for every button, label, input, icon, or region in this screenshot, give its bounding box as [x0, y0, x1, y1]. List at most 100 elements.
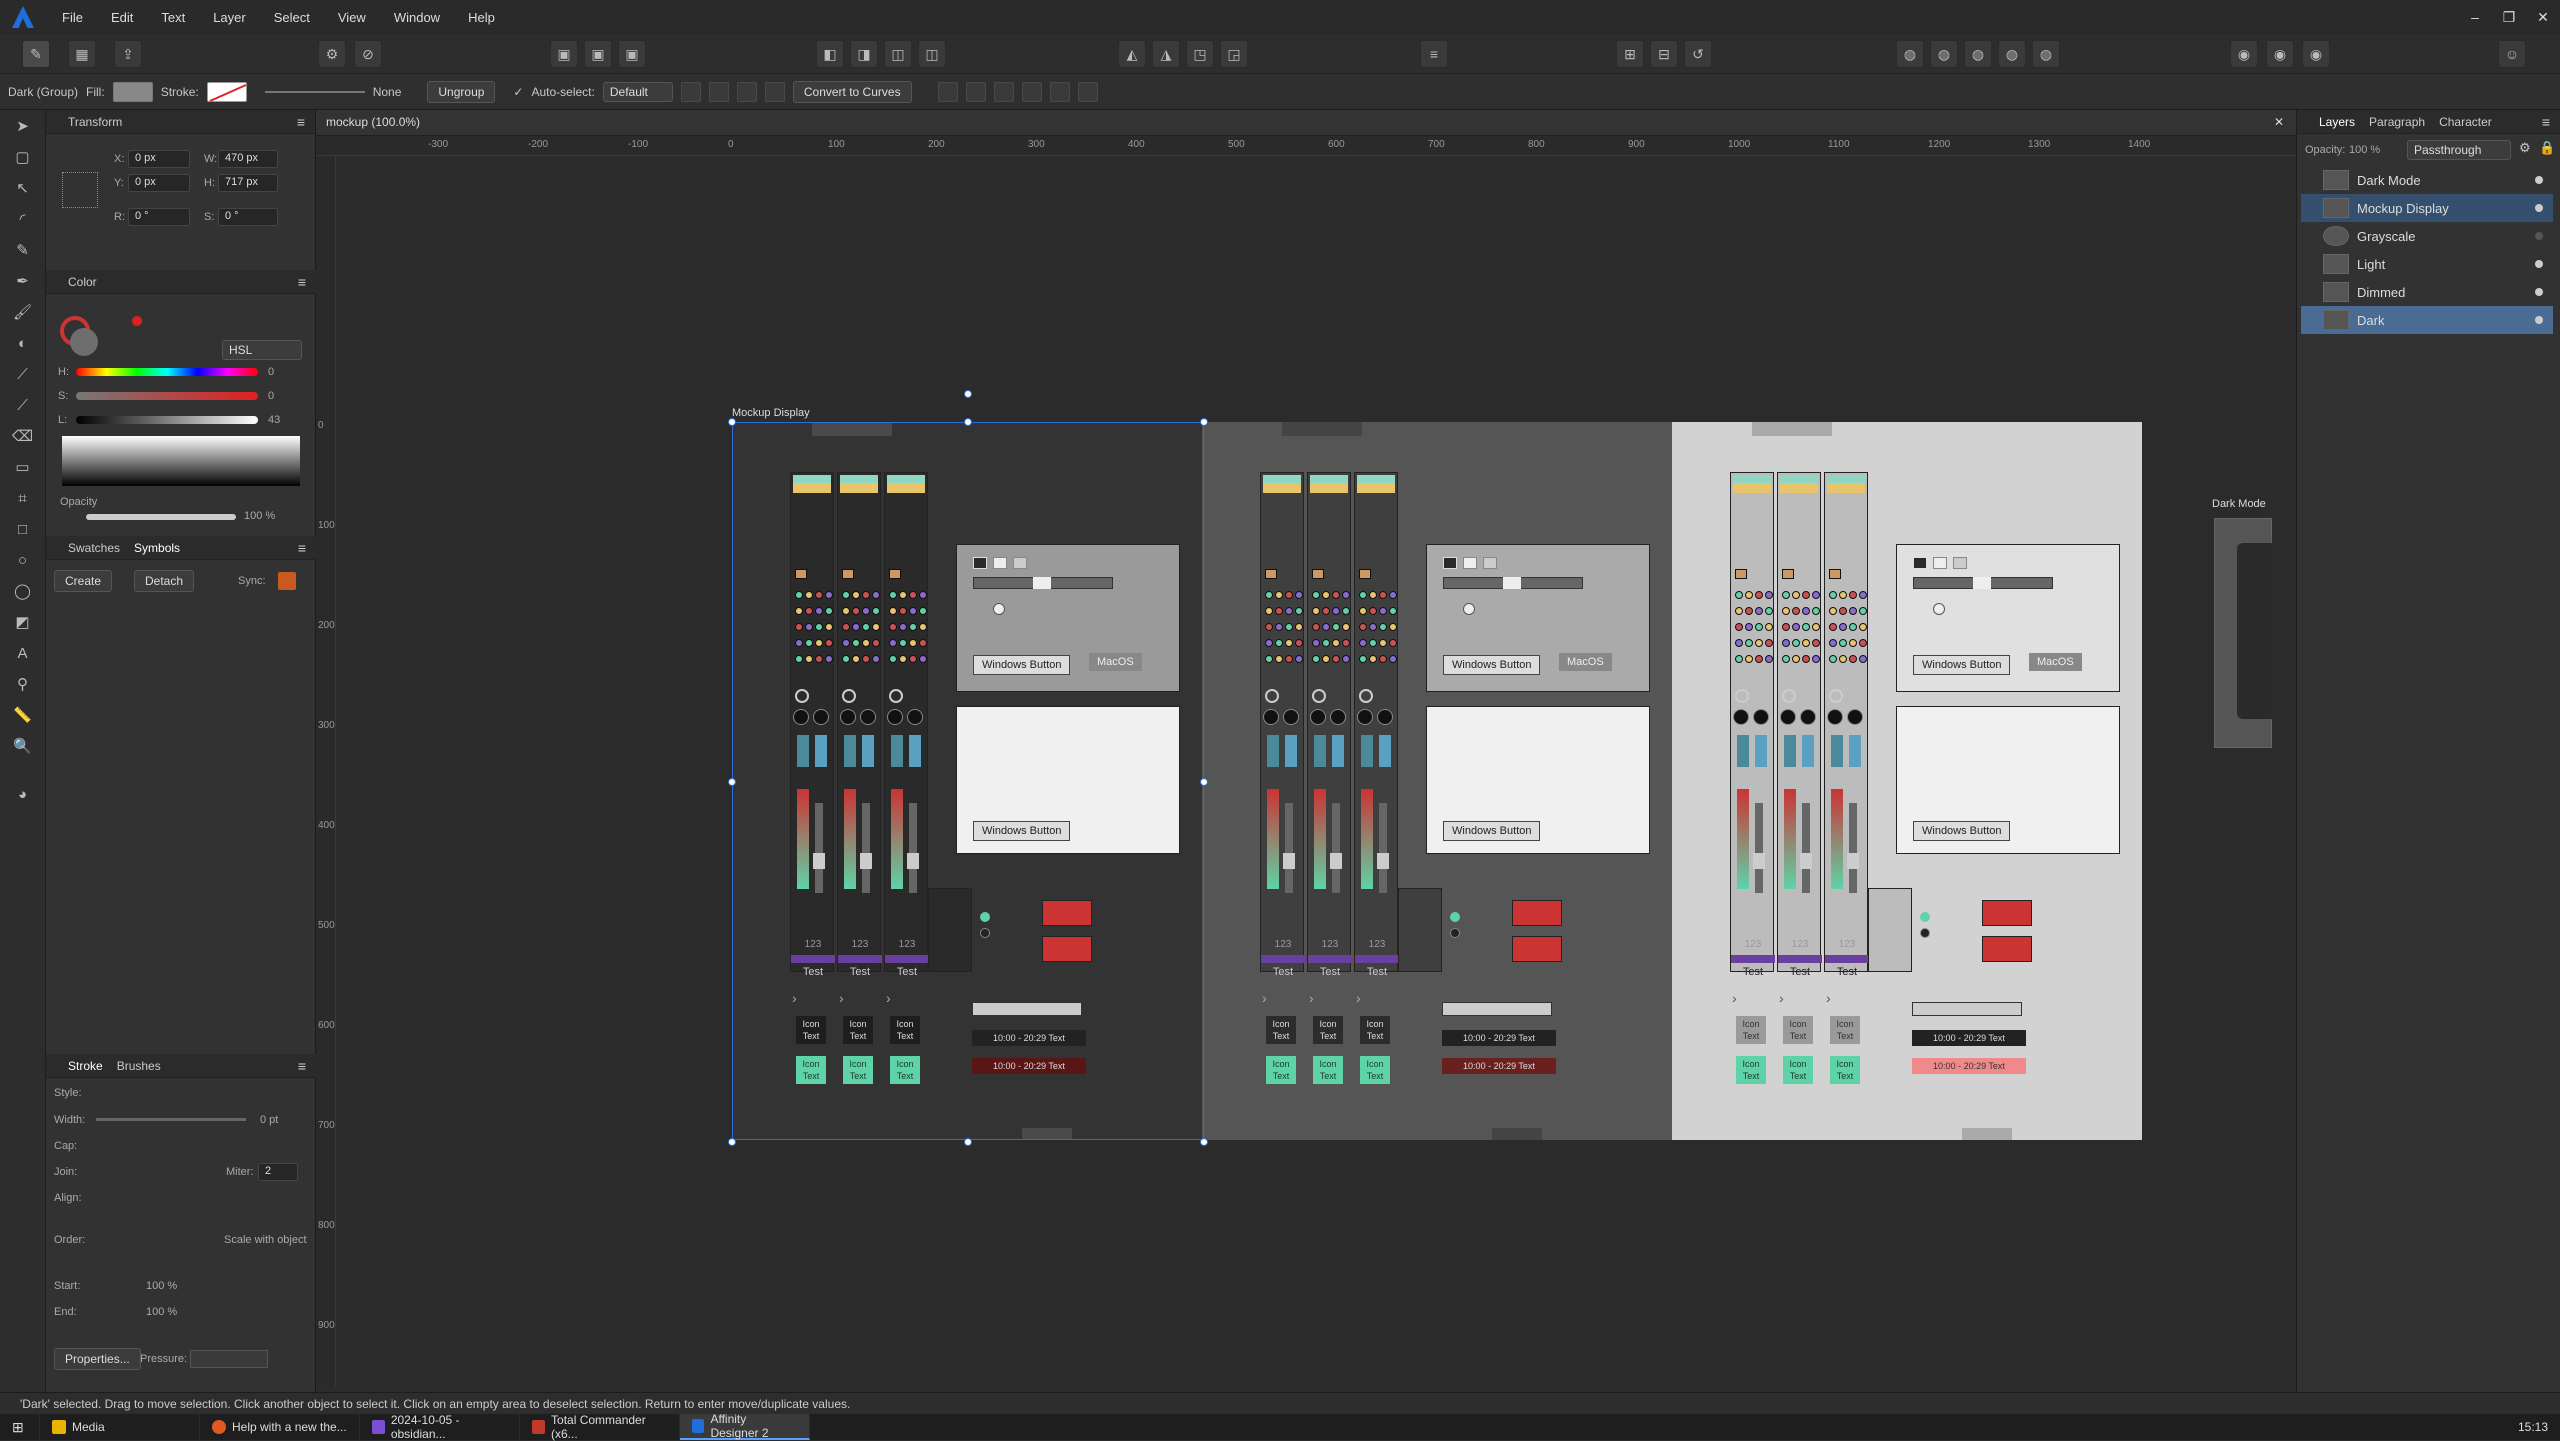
strip-label[interactable]: Test [1825, 963, 1869, 981]
selection-handle[interactable] [1200, 418, 1208, 426]
pan-knob-icon[interactable] [1827, 709, 1843, 725]
insert-behind-icon[interactable]: ▣ [550, 40, 578, 68]
move-tool-icon[interactable]: ➤ [9, 113, 37, 141]
maximize-button[interactable]: ❐ [2492, 0, 2526, 34]
task-affinity-designer[interactable]: Affinity Designer 2 [680, 1412, 810, 1440]
selection-handle[interactable] [964, 390, 972, 398]
boolean-ops-icon[interactable]: ◍ [1896, 40, 1924, 68]
minimize-button[interactable]: – [2458, 0, 2492, 34]
icon-text-tag[interactable]: Icon Text [1266, 1016, 1296, 1044]
close-document-icon[interactable]: ✕ [2274, 115, 2284, 129]
convert-to-curves-button[interactable]: Convert to Curves [792, 80, 912, 103]
start-button[interactable]: ⊞ [0, 1414, 40, 1440]
layer-dark-mode[interactable]: Dark Mode [2301, 166, 2553, 194]
tab-symbols[interactable]: Symbols [134, 541, 180, 555]
eyedropper-tool-icon[interactable]: ⚲ [9, 671, 37, 699]
windows-button[interactable]: Windows Button [1913, 821, 2011, 841]
measure-tool-icon[interactable]: 📏 [9, 702, 37, 730]
color-wheel-icon[interactable]: ◕ [9, 781, 37, 809]
strip-label[interactable]: Test [1261, 963, 1305, 981]
corner-tool-icon[interactable]: ◜ [9, 206, 37, 234]
edit-icon[interactable] [1735, 569, 1747, 579]
text-tool-icon[interactable]: A [9, 640, 37, 668]
anchor-selector[interactable] [62, 172, 98, 208]
ungroup-button[interactable]: Ungroup [427, 80, 496, 103]
menu-help[interactable]: Help [454, 10, 509, 25]
menu-select[interactable]: Select [260, 10, 324, 25]
boolean-subtract-icon[interactable]: ◨ [850, 40, 878, 68]
edit-icon[interactable] [1359, 569, 1371, 579]
color-menu-icon[interactable]: ≡ [298, 274, 306, 290]
mockup-panel-1[interactable]: 123 Test › Icon Text Icon Text 123 Test › Icon T… [1202, 422, 1672, 1140]
color-picker-icon[interactable]: ◉ [2302, 40, 2330, 68]
rotation-field[interactable]: 0 ° [128, 208, 190, 226]
strip-label[interactable]: Test [1778, 963, 1822, 981]
windows-button[interactable]: Windows Button [1443, 821, 1541, 841]
visibility-toggle[interactable] [2535, 232, 2543, 240]
transport-slider[interactable] [1912, 1002, 2022, 1016]
arrange-top-icon[interactable]: ◫ [918, 40, 946, 68]
layer-dark[interactable]: Dark [2301, 306, 2553, 334]
lightness-slider[interactable] [76, 416, 258, 424]
icon-text-tag[interactable]: Icon Text [1360, 1056, 1390, 1084]
mini-panel[interactable] [1398, 888, 1442, 972]
pan-knob-icon[interactable] [1753, 709, 1769, 725]
crop-tool-icon[interactable]: ⌗ [9, 485, 37, 513]
align-center-icon[interactable] [965, 81, 986, 102]
icon-text-tag[interactable]: Icon Text [1266, 1056, 1296, 1084]
hue-value[interactable]: 0 [268, 366, 274, 378]
intersect-op-icon[interactable]: ◍ [1964, 40, 1992, 68]
chevron-right-icon[interactable]: › [1779, 990, 1784, 1006]
zoom-tool-icon[interactable]: 🔍 [9, 733, 37, 761]
snap-options-icon[interactable]: ⊘ [354, 40, 382, 68]
pan-knob-icon[interactable] [1357, 709, 1373, 725]
channel-strip[interactable]: 123 Test [1260, 472, 1305, 978]
symbols-menu-icon[interactable]: ≡ [298, 540, 306, 556]
mini-panel[interactable] [1868, 888, 1912, 972]
pan-knob-icon[interactable] [1800, 709, 1816, 725]
stroke-style-preview[interactable] [264, 90, 365, 93]
strip-label[interactable]: Test [1731, 963, 1775, 981]
layer-lock-icon[interactable]: 🔒 [2539, 140, 2555, 156]
strip-label[interactable]: Test [1308, 963, 1352, 981]
channel-strip[interactable]: 123 Test [1730, 472, 1775, 978]
pan-knob-icon[interactable] [1310, 709, 1326, 725]
pencil-tool-icon[interactable]: ✎ [9, 237, 37, 265]
layer-grayscale[interactable]: Grayscale [2301, 222, 2553, 250]
clock[interactable]: 15:13 [2518, 1420, 2560, 1434]
waveform-clip[interactable] [1982, 900, 2032, 926]
toggle-icon[interactable] [1913, 557, 1927, 569]
align-options-icon[interactable] [680, 81, 701, 102]
node-tool-icon[interactable]: ↖ [9, 175, 37, 203]
windows-button[interactable]: Windows Button [1913, 655, 2011, 675]
menu-text[interactable]: Text [147, 10, 199, 25]
menu-window[interactable]: Window [380, 10, 454, 25]
color-title[interactable]: Color [68, 275, 97, 289]
tab-layers[interactable]: Layers [2319, 115, 2355, 129]
fader-handle[interactable] [1753, 853, 1765, 869]
auto-select-checkbox[interactable]: ✓ [513, 85, 523, 99]
detach-symbol-button[interactable]: Detach [134, 570, 195, 592]
knob-icon[interactable] [1782, 689, 1796, 703]
saturation-slider[interactable] [76, 392, 258, 400]
icon-text-tag[interactable]: Icon Text [1783, 1056, 1813, 1084]
designer-persona-icon[interactable]: ✎ [22, 40, 50, 68]
pen-tool-icon[interactable]: ✒ [9, 268, 37, 296]
window-demo[interactable]: Windows Button MacOS [1426, 544, 1650, 692]
pan-knob-icon[interactable] [1263, 709, 1279, 725]
pressure-control[interactable] [190, 1350, 268, 1368]
align-top-icon[interactable] [1021, 81, 1042, 102]
flip-vertical-icon[interactable]: ◮ [1152, 40, 1180, 68]
icon-text-tag[interactable]: Icon Text [1736, 1016, 1766, 1044]
pan-knob-icon[interactable] [1330, 709, 1346, 725]
end-percent[interactable]: 100 % [146, 1306, 177, 1318]
fader-track[interactable] [1379, 803, 1387, 893]
divide-op-icon[interactable]: ◍ [2032, 40, 2060, 68]
strip-label[interactable]: Test [1355, 963, 1399, 981]
channel-strip[interactable]: 123 Test [1354, 472, 1399, 978]
saturation-value[interactable]: 0 [268, 390, 274, 402]
window-demo[interactable]: Windows Button [1426, 706, 1650, 854]
toggle-icon[interactable] [1463, 557, 1477, 569]
geometry-icon[interactable]: ⊟ [1650, 40, 1678, 68]
icon-text-tag[interactable]: Icon Text [1830, 1056, 1860, 1084]
